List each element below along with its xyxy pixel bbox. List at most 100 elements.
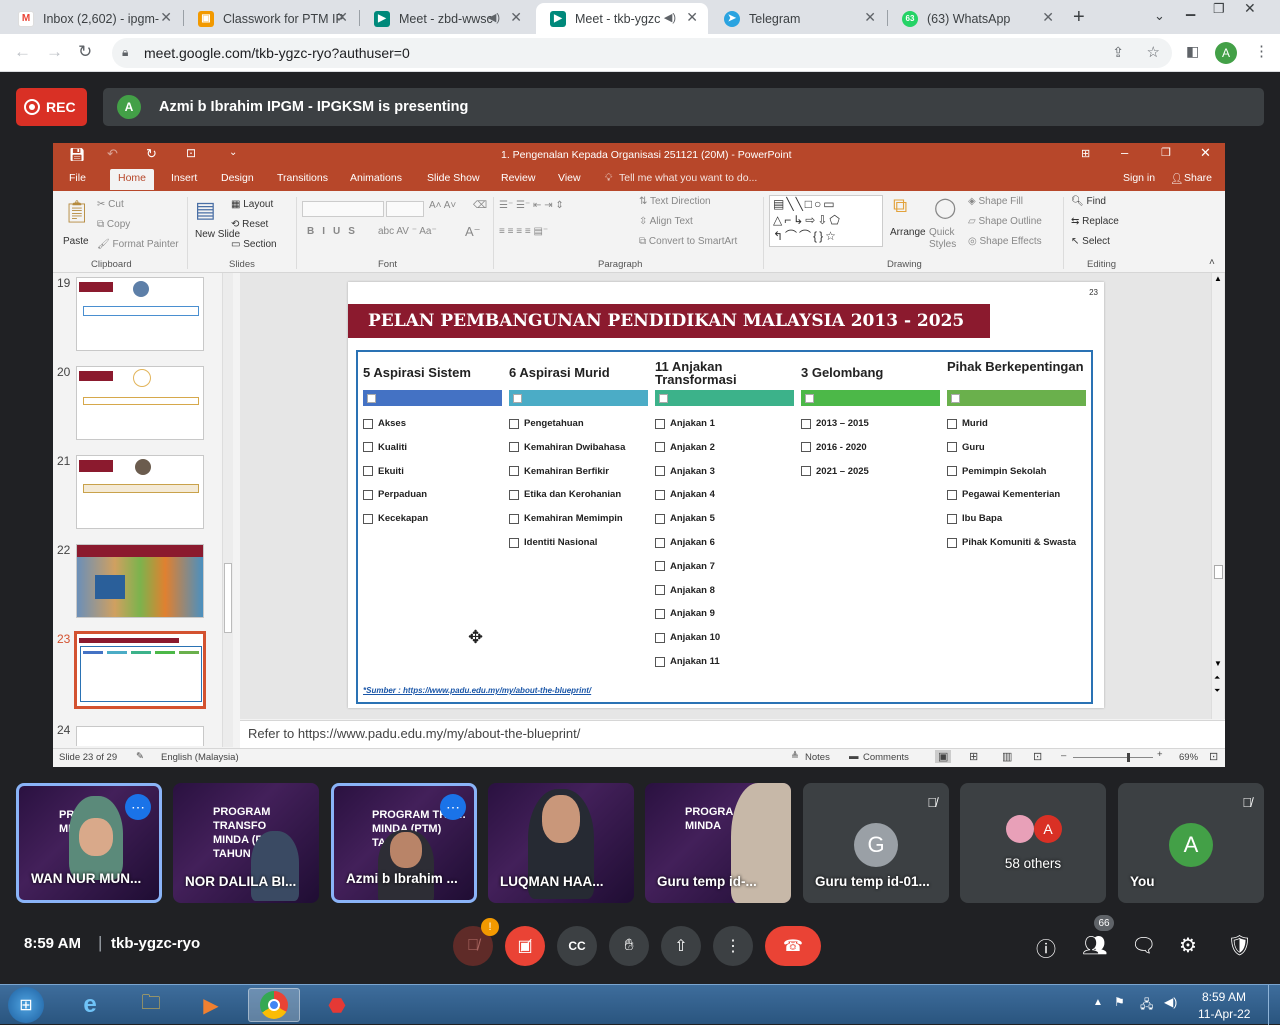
side-panel-icon[interactable]: ◧	[1186, 43, 1199, 60]
bullets-icons[interactable]: ☰⁻ ☰⁻ ⇤ ⇥ ⇕	[499, 200, 564, 211]
zoom-slider[interactable]	[1073, 753, 1153, 762]
slide-canvas[interactable]: 23 PELAN PEMBANGUNAN PENDIDIKAN MALAYSIA…	[348, 282, 1104, 708]
tab-classroom[interactable]: ▣ Classwork for PTM IP ✕	[184, 3, 358, 34]
participant-tile[interactable]: PROGRAM TRA…MINDA (PTM) TAHU ⋯ Azmi b Ib…	[331, 783, 477, 903]
ppt-close-icon[interactable]: ✕	[1200, 145, 1211, 161]
select-button[interactable]: ↖ Select	[1071, 236, 1110, 247]
raise-hand-button[interactable]: ✋︎	[609, 926, 649, 966]
zoom-in-icon[interactable]: +	[1157, 749, 1163, 760]
save-icon[interactable]: 💾︎	[69, 147, 86, 163]
redo-icon[interactable]: ↻	[146, 146, 157, 162]
convert-smartart-button[interactable]: ⧉ Convert to SmartArt	[639, 236, 737, 247]
others-tile[interactable]: A 58 others	[960, 783, 1106, 903]
ppt-minimize-icon[interactable]: –	[1121, 145, 1128, 160]
browser-menu-icon[interactable]: ⋮	[1254, 42, 1269, 60]
host-controls-icon[interactable]: 🛡︎	[1227, 933, 1252, 958]
comments-button[interactable]: Comments	[863, 752, 909, 763]
show-desktop-button[interactable]	[1268, 985, 1280, 1025]
slide-sorter-icon[interactable]: ⊞	[969, 750, 978, 763]
tab-meet-tkb[interactable]: ▶ Meet - tkb-ygzc ◀) ✕	[536, 3, 708, 34]
participant-tile[interactable]: LUQMAN HAA...	[488, 783, 634, 903]
bookmark-star-icon[interactable]: ☆	[1147, 43, 1160, 61]
self-tile[interactable]: 🎙̸ A You	[1118, 783, 1264, 903]
tab-animations[interactable]: Animations	[350, 172, 402, 184]
scroll-down-icon[interactable]: ▼	[1214, 659, 1222, 668]
people-icon[interactable]: 👥︎	[1082, 933, 1107, 958]
normal-view-icon[interactable]: ▣	[935, 750, 952, 763]
clear-formatting-icon[interactable]: ⌫	[473, 200, 487, 211]
slide-thumbnail[interactable]	[76, 726, 204, 746]
file-explorer-icon[interactable]: 🗀	[125, 988, 177, 1022]
action-center-flag-icon[interactable]: ⚑	[1114, 995, 1125, 1009]
close-icon[interactable]: ✕	[1042, 9, 1054, 26]
clock-time[interactable]: 8:59 AM	[1202, 990, 1246, 1004]
find-button[interactable]: 🔍︎ Find	[1071, 196, 1106, 207]
zoom-slider-thumb[interactable]	[1126, 753, 1130, 762]
align-text-button[interactable]: ⇳ Align Text	[639, 216, 693, 227]
participant-tile[interactable]: PROGRA MINDA Guru temp id-...	[645, 783, 791, 903]
copy-icon[interactable]: ⧉ Copy	[97, 219, 130, 230]
close-icon[interactable]: ✕	[336, 9, 348, 26]
ribbon-display-icon[interactable]: ⊞	[1081, 147, 1090, 160]
shapes-gallery[interactable]: ▤╲╲□○▭ △⌐↳⇨⇩⬠ ↰⌒⌒{}☆	[769, 195, 883, 247]
close-icon[interactable]: ✕	[160, 9, 172, 26]
next-slide-icon[interactable]: ⏷	[1214, 686, 1220, 696]
sign-in-link[interactable]: Sign in	[1123, 172, 1155, 184]
participant-tile[interactable]: 🎙̸ G Guru temp id-01...	[803, 783, 949, 903]
editor-scrollbar[interactable]: ▲ ▼ ⏶ ⏷	[1211, 273, 1224, 719]
info-icon[interactable]: ⓘ	[1036, 933, 1056, 962]
back-icon[interactable]: ←	[14, 42, 31, 62]
share-icon[interactable]: ⇪	[1112, 44, 1124, 61]
alignment-icons[interactable]: ≡ ≡ ≡ ≡ ▤⁻	[499, 226, 548, 237]
notes-pane[interactable]: Refer to https://www.padu.edu.my/my/abou…	[240, 720, 1225, 748]
prev-slide-icon[interactable]: ⏶	[1214, 673, 1220, 683]
slideshow-view-icon[interactable]: ⊡	[1033, 750, 1042, 763]
fit-slide-icon[interactable]: ⊡	[1209, 750, 1218, 763]
replace-button[interactable]: ⇆ Replace	[1071, 216, 1119, 227]
activities-icon[interactable]: ⚙︎	[1179, 933, 1197, 958]
mic-toggle-button[interactable]: 🎙̸ !	[453, 918, 499, 966]
more-options-icon[interactable]: ⋯	[440, 794, 466, 820]
close-icon[interactable]: ✕	[864, 9, 876, 26]
text-direction-button[interactable]: ⇅ Text Direction	[639, 196, 711, 207]
network-icon[interactable]: 🖧︎	[1140, 995, 1153, 1016]
thumbnail-scrollbar[interactable]	[222, 273, 233, 747]
reload-icon[interactable]: ↻	[78, 42, 92, 62]
undo-icon[interactable]: ↶	[107, 146, 118, 162]
chrome-icon[interactable]	[248, 988, 300, 1022]
font-size-field[interactable]	[386, 201, 424, 217]
share-button[interactable]: Share	[1184, 172, 1212, 184]
bold-italic-underline-icons[interactable]: BIUS	[307, 226, 363, 237]
spellcheck-icon[interactable]: ✎	[136, 751, 144, 762]
recording-badge[interactable]: REC	[16, 88, 87, 126]
camera-toggle-button[interactable]: ▣̸	[505, 926, 545, 966]
section-icon[interactable]: ▭ Section	[231, 239, 277, 250]
clock-date[interactable]: 11-Apr-22	[1198, 1007, 1250, 1021]
tab-search-icon[interactable]: ⌄	[1154, 8, 1165, 24]
profile-avatar[interactable]: A	[1215, 42, 1237, 64]
quick-styles-icon[interactable]: ◯	[934, 195, 956, 220]
tab-view[interactable]: View	[558, 172, 581, 184]
collapse-ribbon-icon[interactable]: ˄	[1209, 257, 1215, 268]
tab-whatsapp[interactable]: 63 (63) WhatsApp ✕	[888, 3, 1064, 34]
language-status[interactable]: English (Malaysia)	[161, 752, 239, 763]
restore-icon[interactable]: ❐	[1213, 1, 1225, 17]
speaker-icon[interactable]: ◀)	[488, 11, 500, 24]
app-icon[interactable]: ⬣	[311, 988, 363, 1022]
share-person-icon[interactable]: 👤︎	[1170, 172, 1183, 185]
more-options-icon[interactable]: ⋯	[125, 794, 151, 820]
customize-qat-icon[interactable]: ⌄	[229, 147, 237, 158]
participant-tile[interactable]: PRO…MIN… ⋯ WAN NUR MUN...	[16, 783, 162, 903]
tab-insert[interactable]: Insert	[171, 172, 197, 184]
tab-file[interactable]: File	[69, 172, 86, 184]
source-link[interactable]: *Sumber : https://www.padu.edu.my/my/abo…	[363, 686, 591, 695]
char-spacing-icon[interactable]: abc AV ⁻ Aa⁻	[378, 226, 437, 237]
comments-icon[interactable]: ▬	[849, 751, 859, 762]
slide-thumbnail[interactable]	[76, 366, 204, 440]
tell-me-search[interactable]: Tell me what you want to do...	[619, 172, 757, 184]
new-slide-icon[interactable]: ▤	[195, 197, 216, 223]
speaker-icon[interactable]: ◀)	[664, 11, 676, 24]
tab-meet-zbd[interactable]: ▶ Meet - zbd-wwsc ◀) ✕	[360, 3, 532, 34]
start-button-icon[interactable]: ⊞	[8, 987, 44, 1023]
present-button[interactable]: ⇧	[661, 926, 701, 966]
